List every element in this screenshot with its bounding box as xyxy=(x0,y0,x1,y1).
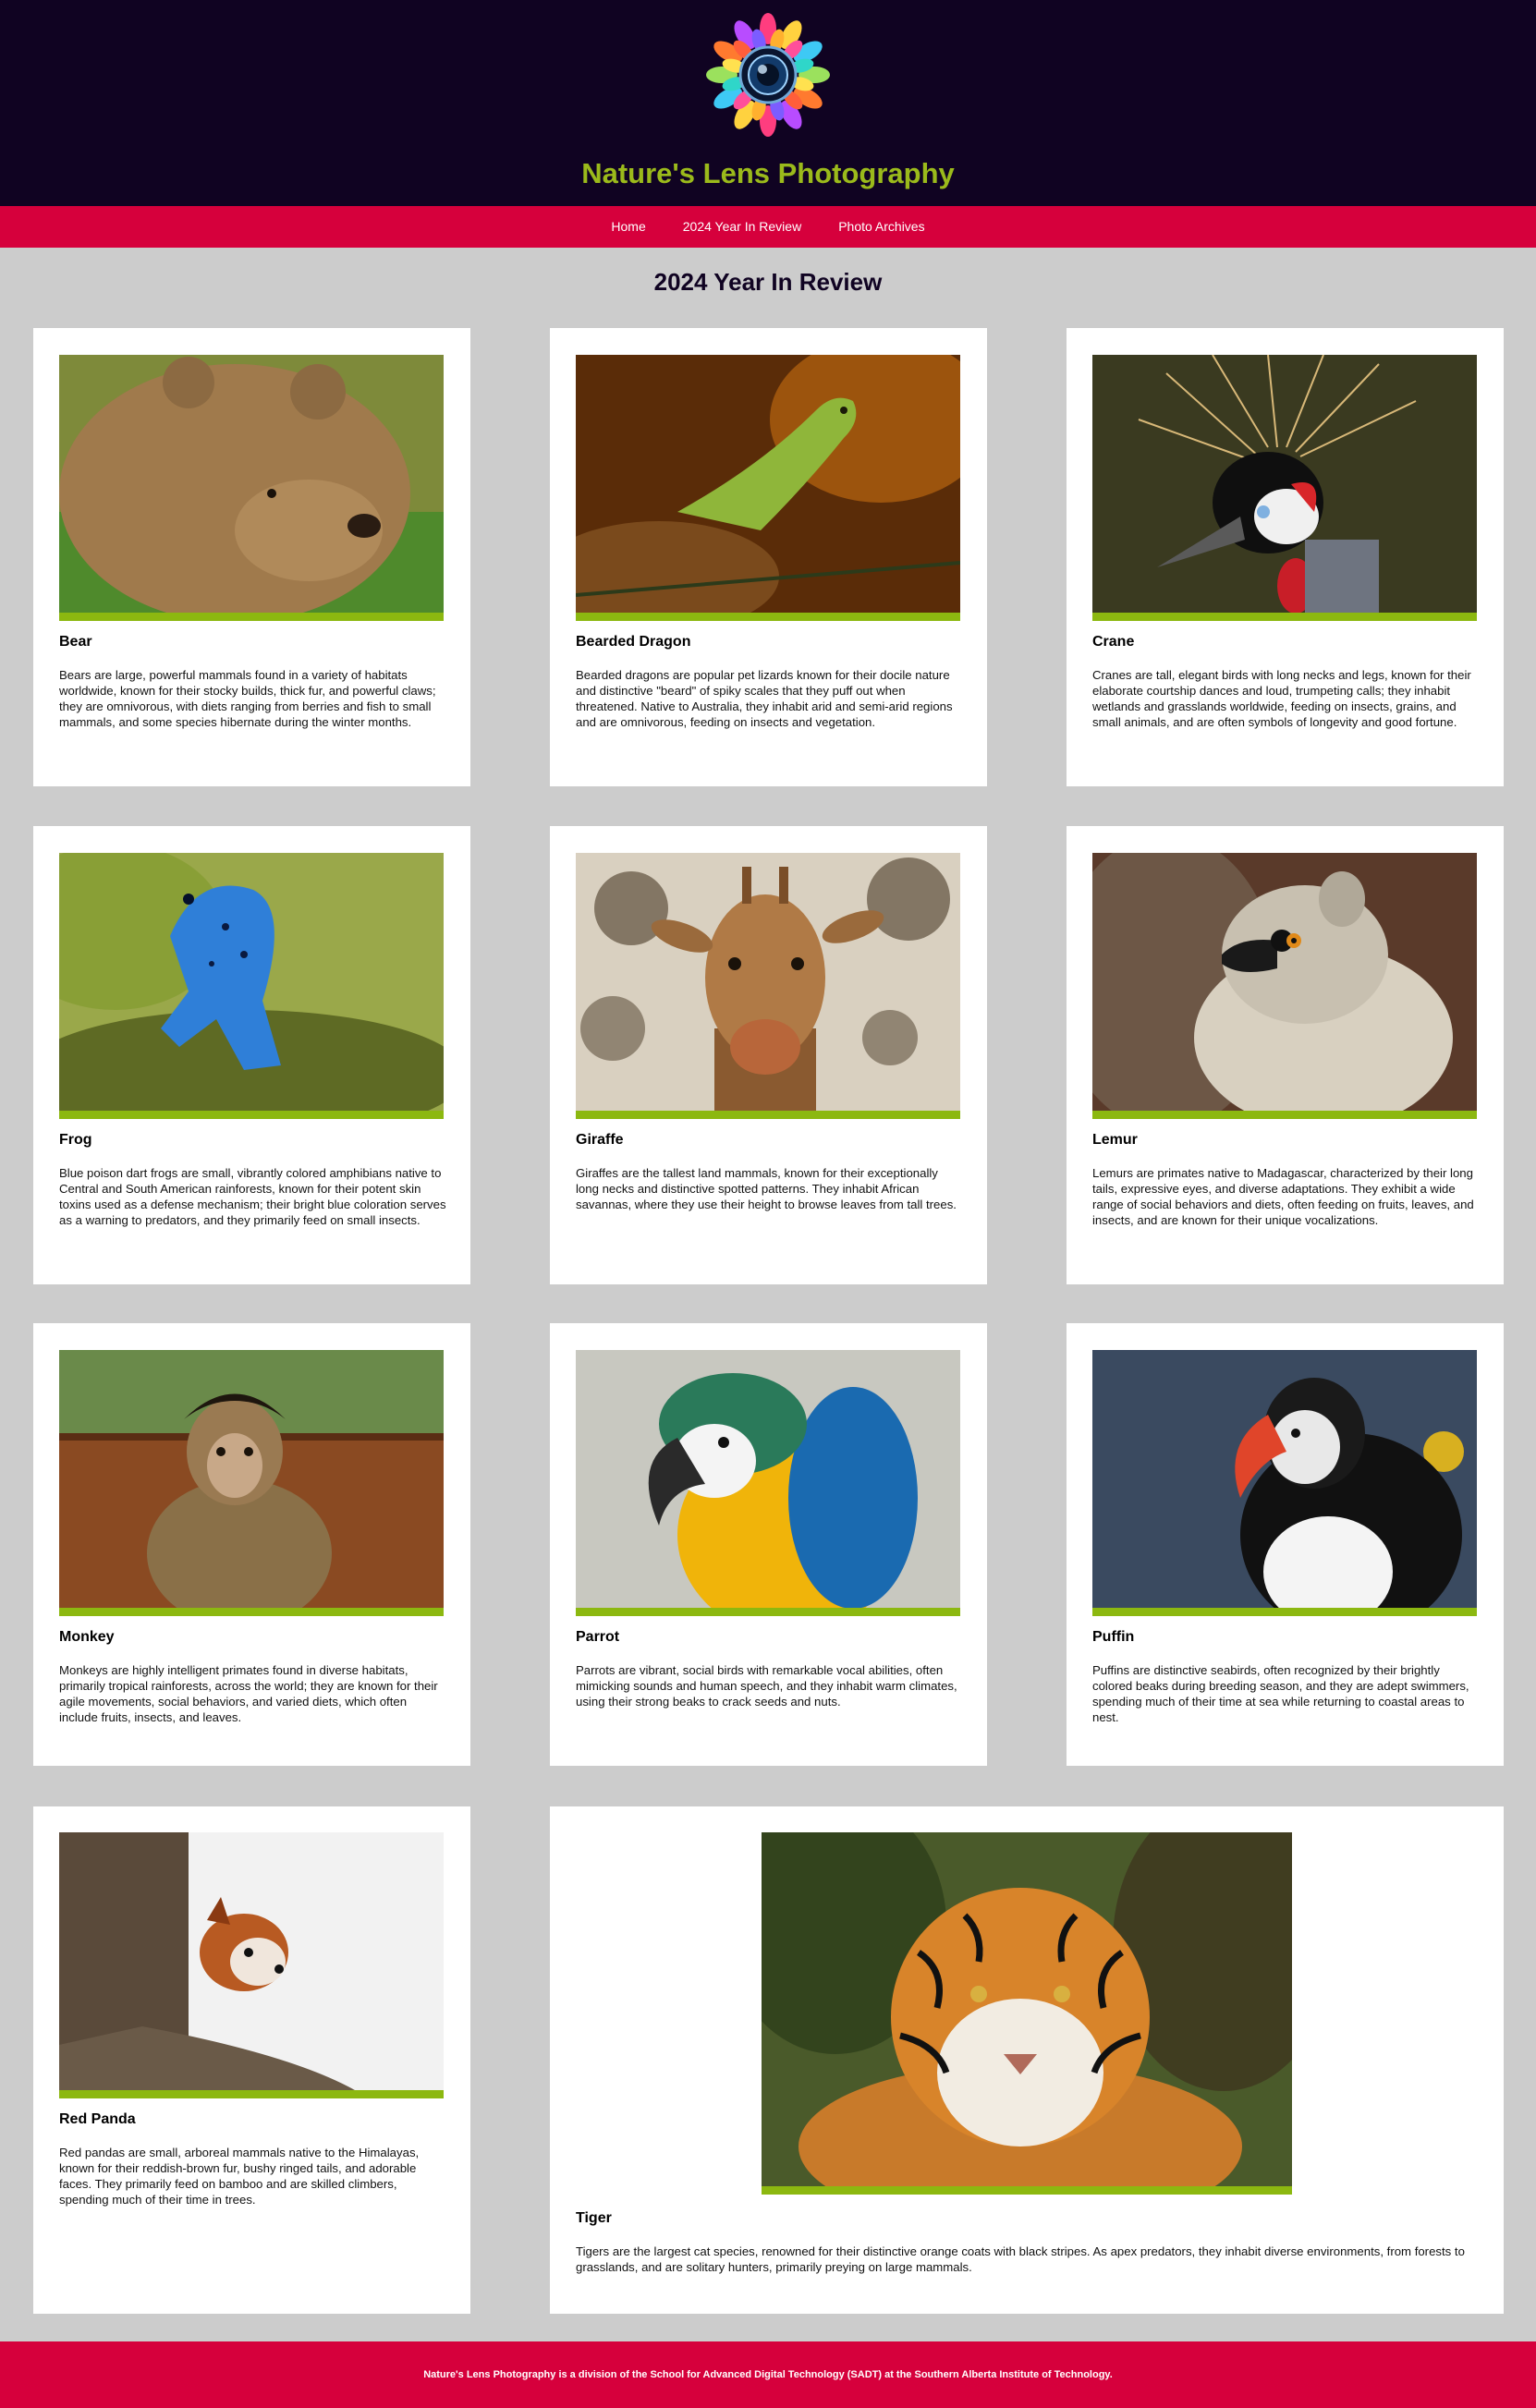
gallery-card-bearded-dragon: Bearded Dragon Bearded dragons are popul… xyxy=(550,328,987,786)
gallery-card-giraffe: Giraffe Giraffes are the tallest land ma… xyxy=(550,826,987,1284)
card-description: Parrots are vibrant, social birds with r… xyxy=(576,1663,957,1709)
site-title: Nature's Lens Photography xyxy=(581,157,955,189)
card-description: Giraffes are the tallest land mammals, k… xyxy=(576,1166,957,1211)
card-description: Tigers are the largest cat species, reno… xyxy=(576,2244,1465,2274)
gallery-card-frog: Frog Blue poison dart frogs are small, v… xyxy=(33,826,470,1284)
monkey-photo xyxy=(59,1350,444,1616)
tiger-photo xyxy=(762,1832,1292,2195)
parrot-photo xyxy=(576,1350,960,1616)
card-title: Red Panda xyxy=(59,2111,136,2127)
card-title: Crane xyxy=(1092,634,1135,650)
card-description: Cranes are tall, elegant birds with long… xyxy=(1092,668,1471,729)
gallery-card-crane: Crane Cranes are tall, elegant birds wit… xyxy=(1067,328,1504,786)
card-title: Lemur xyxy=(1092,1132,1138,1148)
card-description: Bearded dragons are popular pet lizards … xyxy=(576,668,953,729)
card-title: Bearded Dragon xyxy=(576,634,691,650)
card-title: Giraffe xyxy=(576,1132,624,1148)
card-title: Monkey xyxy=(59,1629,115,1645)
site-header: Nature's Lens Photography xyxy=(0,0,1536,206)
gallery-card-tiger: Tiger Tigers are the largest cat species… xyxy=(550,1806,1504,2314)
frog-photo xyxy=(59,853,444,1119)
footer-text: Nature's Lens Photography is a division … xyxy=(423,2369,1113,2380)
gallery-card-bear: Bear Bears are large, powerful mammals f… xyxy=(33,328,470,786)
gallery-card-lemur: Lemur Lemurs are primates native to Mada… xyxy=(1067,826,1504,1284)
card-description: Red pandas are small, arboreal mammals n… xyxy=(59,2146,420,2207)
card-title: Bear xyxy=(59,634,92,650)
nav-link-photo-archives[interactable]: Photo Archives xyxy=(820,206,943,248)
giraffe-photo xyxy=(576,853,960,1119)
nav-link-home[interactable]: Home xyxy=(592,206,664,248)
camera-lens-flower-icon[interactable] xyxy=(705,11,831,139)
site-footer: Nature's Lens Photography is a division … xyxy=(0,2341,1536,2408)
gallery-card-puffin: Puffin Puffins are distinctive seabirds,… xyxy=(1067,1323,1504,1766)
nav-link-year-in-review[interactable]: 2024 Year In Review xyxy=(664,206,820,248)
card-title: Puffin xyxy=(1092,1629,1135,1645)
crane-photo xyxy=(1092,355,1477,621)
card-title: Parrot xyxy=(576,1629,620,1645)
red-panda-photo xyxy=(59,1832,444,2098)
card-description: Monkeys are highly intelligent primates … xyxy=(59,1663,438,1724)
page-title: 2024 Year In Review xyxy=(653,268,883,296)
lemur-photo xyxy=(1092,853,1477,1119)
puffin-photo xyxy=(1092,1350,1477,1616)
card-title: Frog xyxy=(59,1132,92,1148)
card-description: Blue poison dart frogs are small, vibran… xyxy=(59,1166,446,1227)
gallery-card-parrot: Parrot Parrots are vibrant, social birds… xyxy=(550,1323,987,1766)
bear-photo xyxy=(59,355,444,621)
bearded-dragon-photo xyxy=(576,355,960,621)
card-description: Bears are large, powerful mammals found … xyxy=(59,668,436,729)
card-description: Puffins are distinctive seabirds, often … xyxy=(1092,1663,1469,1724)
card-description: Lemurs are primates native to Madagascar… xyxy=(1092,1166,1474,1227)
gallery-card-monkey: Monkey Monkeys are highly intelligent pr… xyxy=(33,1323,470,1766)
card-title: Tiger xyxy=(576,2210,612,2226)
main-nav: Home 2024 Year In Review Photo Archives xyxy=(0,206,1536,248)
gallery-card-red-panda: Red Panda Red pandas are small, arboreal… xyxy=(33,1806,470,2314)
